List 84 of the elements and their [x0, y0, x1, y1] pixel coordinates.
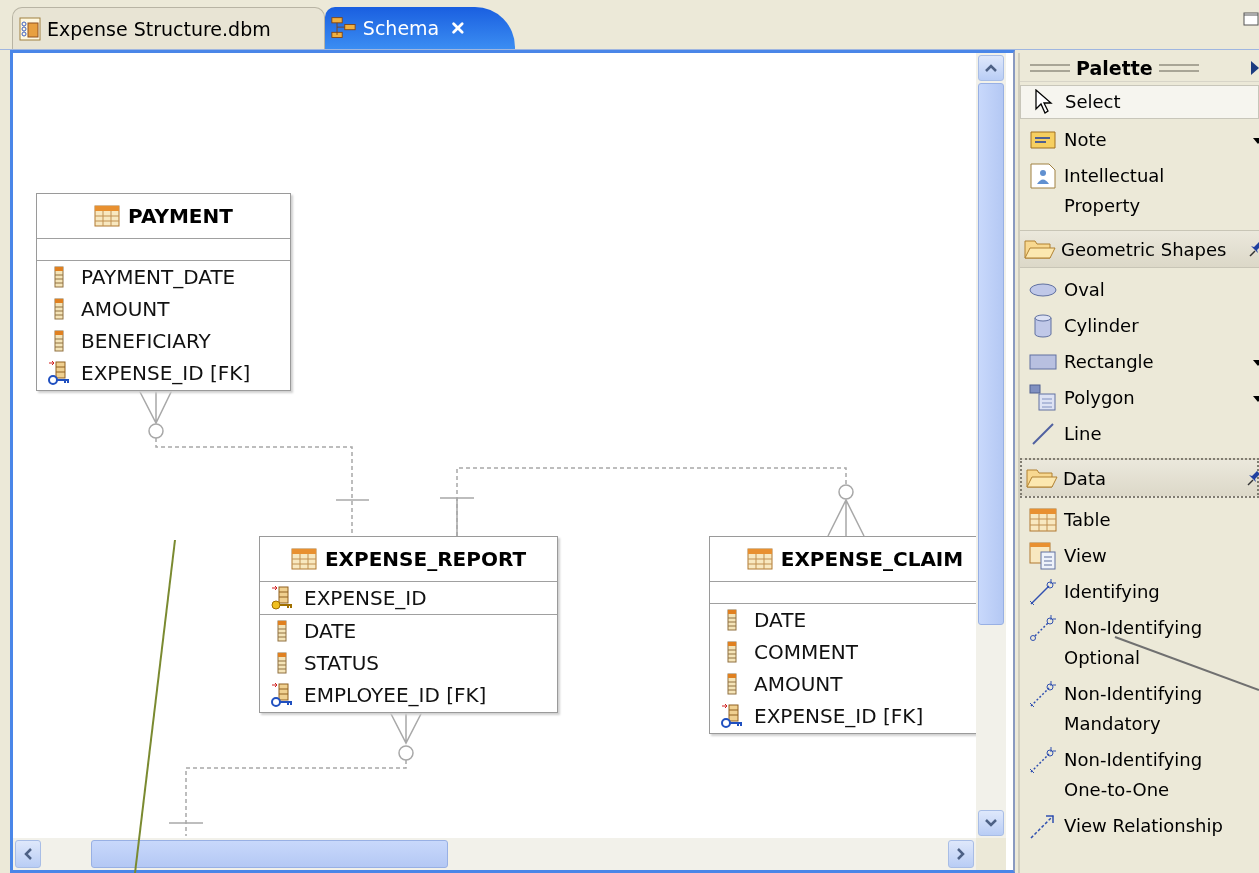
table-node[interactable]: EXPENSE_CLAIM DATE COMMENT AMOUNT EXPENSE_ID [FK]	[709, 536, 976, 734]
caret-down-icon	[984, 818, 998, 828]
note-icon	[1030, 130, 1056, 150]
rectangle-icon	[1029, 353, 1057, 371]
table-node[interactable]: EXPENSE_REPORT EXPENSE_ID DATE STATUS EMPLOYEE_ID [FK]	[259, 536, 558, 713]
table-node[interactable]: PAYMENT PAYMENT_DATE AMOUNT BENEFICIARY EXPENSE_ID [FK]	[36, 193, 291, 391]
table-icon	[1029, 507, 1057, 533]
palette-tool[interactable]: Oval	[1020, 272, 1259, 308]
column-name: COMMENT	[754, 640, 859, 664]
person-document-icon	[1030, 163, 1056, 189]
palette-tool[interactable]: View	[1020, 538, 1259, 574]
horizontal-scrollbar[interactable]	[13, 838, 976, 870]
collapse-icon[interactable]	[1251, 61, 1259, 75]
scrollbar-thumb[interactable]	[91, 840, 448, 868]
folder-icon	[1024, 237, 1056, 261]
caret-right-icon	[956, 847, 966, 861]
column-name: STATUS	[304, 651, 380, 675]
schema-icon	[331, 15, 357, 41]
scroll-down-button[interactable]	[978, 810, 1004, 836]
foreign-key-icon	[47, 360, 71, 386]
column-name: PAYMENT_DATE	[81, 265, 236, 289]
scrollbar-corner	[976, 838, 1006, 870]
table-name: EXPENSE_REPORT	[324, 547, 527, 571]
column-name: EXPENSE_ID [FK]	[754, 704, 924, 728]
palette-tool[interactable]: Table	[1020, 502, 1259, 538]
maximize-icon[interactable]	[1243, 11, 1259, 27]
line-icon	[1031, 422, 1055, 446]
palette-tool[interactable]: Non-Identifying One-to-One	[1020, 742, 1259, 808]
palette-tool[interactable]: Select	[1020, 85, 1259, 119]
palette-tool[interactable]: Cylinder	[1020, 308, 1259, 344]
relationship-icon	[1029, 578, 1057, 606]
foreign-key-icon	[270, 682, 294, 708]
caret-left-icon	[23, 847, 33, 861]
table-name: PAYMENT	[128, 204, 233, 228]
relationship-icon	[1029, 746, 1057, 774]
grip-icon	[1158, 62, 1199, 74]
foreign-key-icon	[720, 703, 744, 729]
column-name: AMOUNT	[81, 297, 170, 321]
cylinder-icon	[1032, 313, 1054, 339]
column-name: EXPENSE_ID	[304, 586, 427, 610]
palette-tool[interactable]: Non-Identifying Optional	[1020, 610, 1259, 676]
arrow-icon	[1029, 812, 1057, 840]
palette-tool[interactable]: Note	[1020, 122, 1259, 158]
scroll-up-button[interactable]	[978, 55, 1004, 81]
palette-drawer[interactable]: Data	[1020, 458, 1259, 498]
column-name: AMOUNT	[754, 672, 843, 696]
database-file-icon	[19, 16, 41, 41]
palette-tool[interactable]: Intellectual Property	[1020, 158, 1259, 224]
table-name: EXPENSE_CLAIM	[780, 547, 964, 571]
caret-up-icon	[984, 63, 998, 73]
palette-tool[interactable]: Non-Identifying Mandatory	[1020, 676, 1259, 742]
cursor-icon	[1034, 89, 1054, 115]
editor-tab[interactable]: Expense Structure.dbm	[12, 7, 325, 49]
palette-tool[interactable]: View Relationship	[1020, 808, 1259, 844]
palette-drawer[interactable]: Geometric Shapes	[1020, 230, 1259, 268]
scroll-left-button[interactable]	[15, 840, 41, 868]
column-name: EXPENSE_ID [FK]	[81, 361, 251, 385]
shapes-icon	[1029, 384, 1057, 412]
palette-tool[interactable]: Rectangle	[1020, 344, 1259, 380]
column-name: DATE	[304, 619, 357, 643]
editor-tab[interactable]: Schema	[325, 7, 515, 49]
palette-title: Palette	[1076, 57, 1153, 79]
vertical-scrollbar[interactable]	[976, 53, 1006, 838]
scrollbar-thumb[interactable]	[978, 83, 1004, 625]
palette-tool[interactable]: Line	[1020, 416, 1259, 452]
column-name: BENEFICIARY	[81, 329, 211, 353]
palette-tool[interactable]: Identifying	[1020, 574, 1259, 610]
table-icon	[290, 548, 317, 570]
scroll-right-button[interactable]	[948, 840, 974, 868]
relationship-icon	[1029, 614, 1057, 642]
view-icon	[1029, 542, 1057, 570]
column-name: DATE	[754, 608, 807, 632]
close-icon[interactable]	[451, 20, 465, 36]
folder-icon	[1026, 466, 1058, 490]
column-name: EMPLOYEE_ID [FK]	[304, 683, 487, 707]
pin-icon[interactable]	[1249, 241, 1259, 257]
grip-icon	[1030, 62, 1070, 74]
primary-key-icon	[270, 585, 294, 611]
pin-icon[interactable]	[1247, 470, 1259, 486]
palette-tool[interactable]: Polygon	[1020, 380, 1259, 416]
oval-icon	[1029, 282, 1057, 298]
table-icon	[746, 548, 773, 570]
relationship-icon	[1029, 680, 1057, 708]
table-icon	[94, 205, 121, 227]
